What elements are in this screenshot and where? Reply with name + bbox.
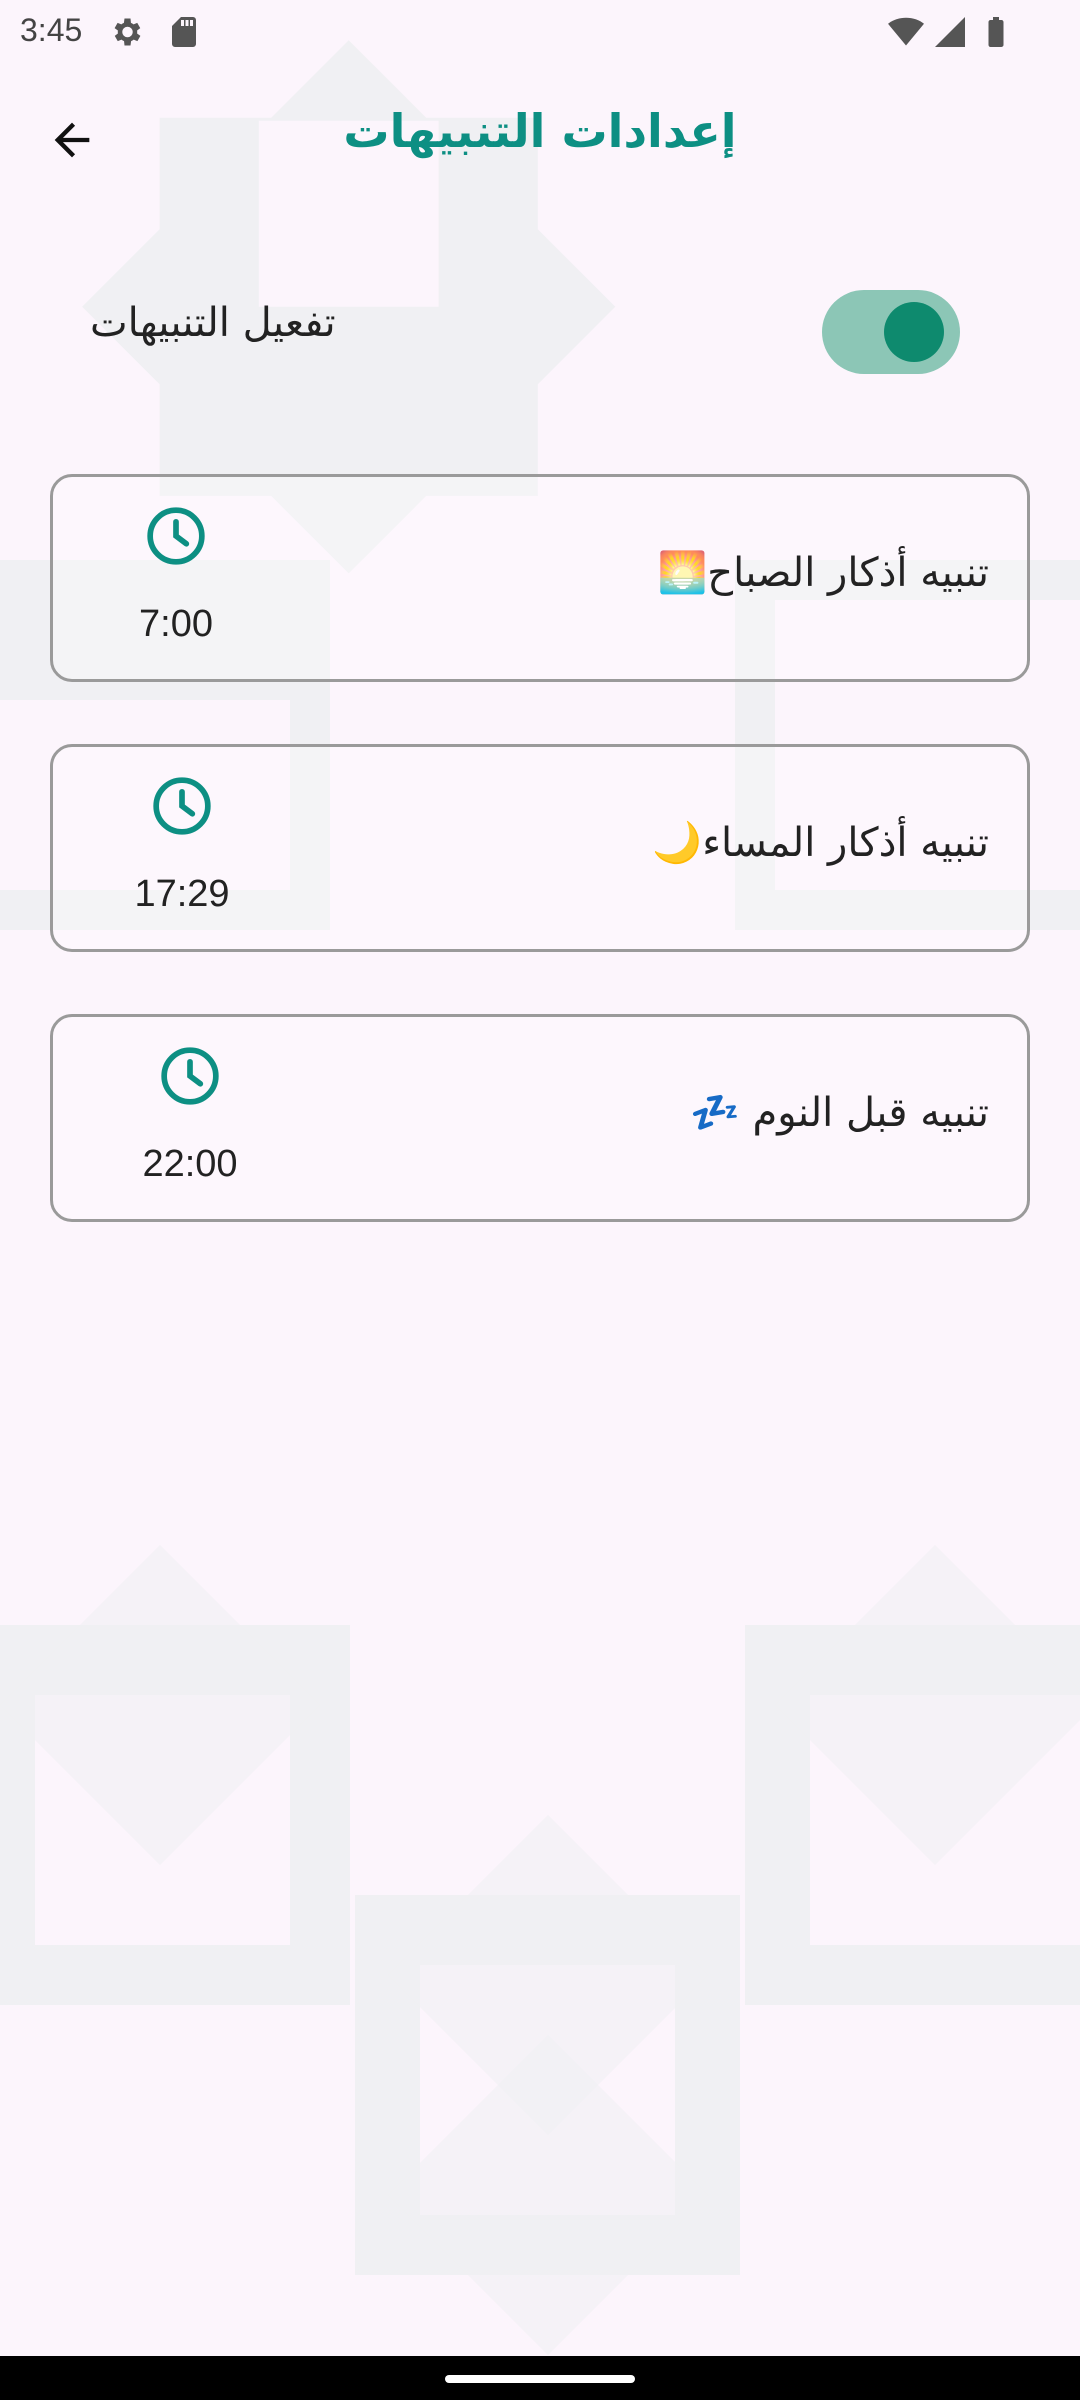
notifications-toggle-switch[interactable] xyxy=(822,290,960,374)
navigation-bar xyxy=(0,2356,1080,2400)
status-bar: 3:45 xyxy=(0,0,1080,64)
clock-icon xyxy=(161,1047,219,1105)
notifications-toggle-row: تفعيل التنبيهات xyxy=(0,270,1080,390)
home-gesture-handle[interactable] xyxy=(445,2375,635,2383)
clock-icon xyxy=(153,777,211,835)
alarm-time: 22:00 xyxy=(142,1143,238,1185)
alarm-card-sleep[interactable]: تنبيه قبل النوم 💤 22:00 xyxy=(50,1014,1030,1222)
switch-thumb xyxy=(884,302,944,362)
notifications-toggle-label: تفعيل التنبيهات xyxy=(90,300,336,346)
alarm-time: 17:29 xyxy=(134,873,230,915)
alarm-card-evening[interactable]: تنبيه أذكار المساء🌙 17:29 xyxy=(50,744,1030,952)
sd-card-icon xyxy=(172,17,196,47)
page-title: إعدادات التنبيهات xyxy=(343,104,737,158)
alarm-time: 7:00 xyxy=(139,603,213,645)
alarm-title: تنبيه أذكار المساء🌙 xyxy=(652,820,989,866)
app-bar: إعدادات التنبيهات xyxy=(0,80,1080,192)
alarm-title: تنبيه قبل النوم 💤 xyxy=(689,1090,989,1136)
wifi-icon xyxy=(888,17,924,46)
clock-icon xyxy=(147,507,205,565)
alarm-title: تنبيه أذكار الصباح🌅 xyxy=(657,550,989,596)
signal-icon xyxy=(935,17,965,47)
battery-icon xyxy=(988,17,1004,47)
alarm-card-morning[interactable]: تنبيه أذكار الصباح🌅 7:00 xyxy=(50,474,1030,682)
status-time: 3:45 xyxy=(20,12,83,48)
settings-icon xyxy=(114,18,141,46)
